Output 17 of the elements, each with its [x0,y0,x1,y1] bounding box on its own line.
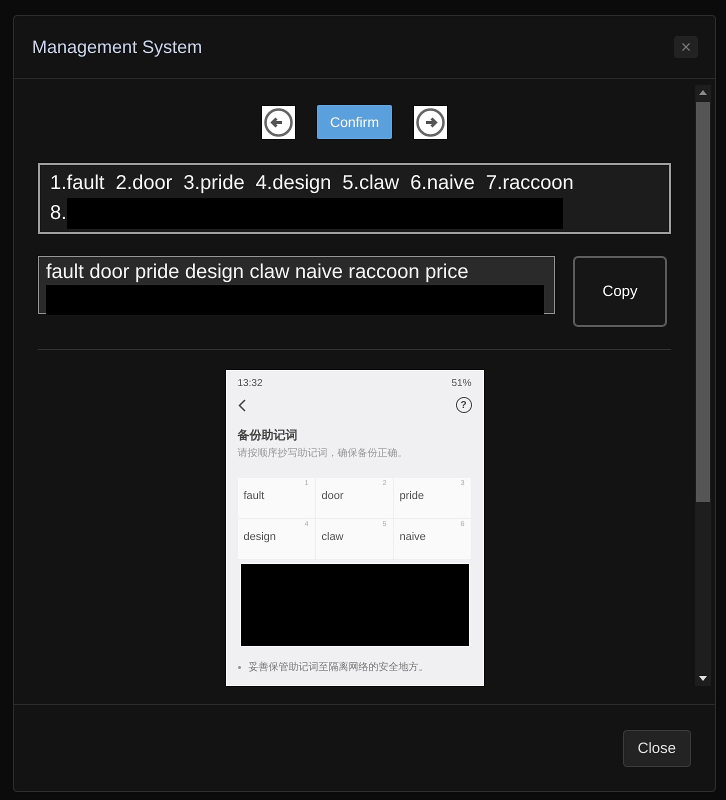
phrase-field[interactable]: fault door pride design claw naive raccoon price [38,256,555,314]
previous-button[interactable] [262,106,295,138]
status-time: 13:32 [238,378,263,389]
window-title: Management System [32,36,202,58]
screen-subtitle: 请按顺序抄写助记词，确保备份正确。 [238,446,408,460]
note-text: 妥善保管助记词至隔离网络的安全地方。 [248,660,428,674]
back-chevron-icon [238,398,246,412]
help-icon[interactable]: ? [456,397,472,413]
screen-title: 备份助记词 [238,427,298,444]
bullet-icon [238,666,240,668]
scrollbar[interactable] [695,85,711,686]
next-button[interactable] [414,106,447,138]
battery-level: 51% [451,378,472,389]
copy-button[interactable]: Copy [573,256,667,327]
numbered-phrase-field[interactable]: 1.fault 2.door 3.pride 4.design 5.claw 6.naive 7.raccoon 8. [38,163,671,234]
close-button[interactable]: × [674,36,698,58]
close-button[interactable]: Close [622,730,691,766]
